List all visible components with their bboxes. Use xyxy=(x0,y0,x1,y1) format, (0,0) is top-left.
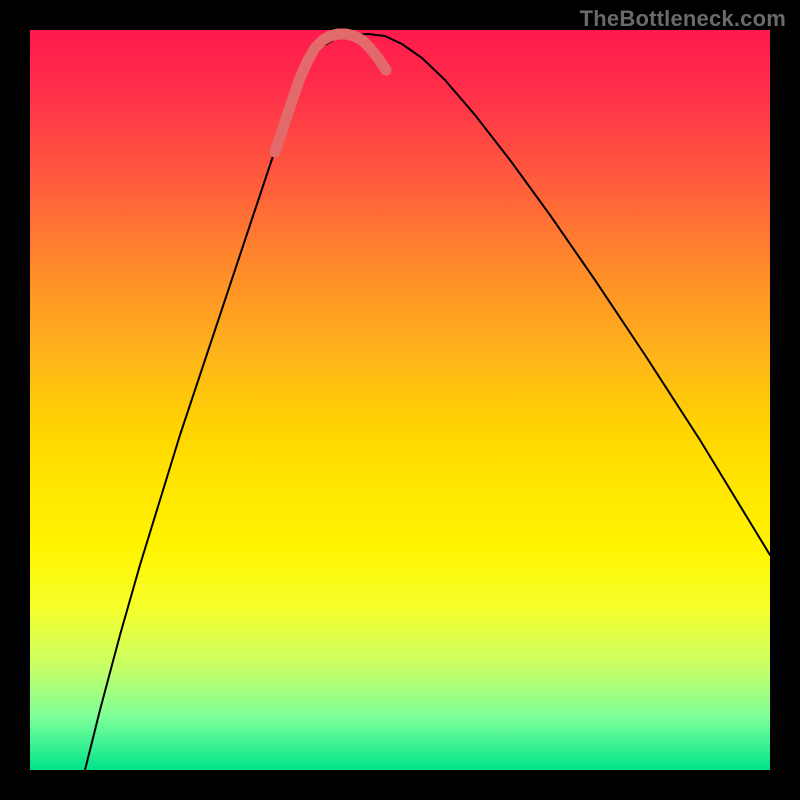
bottleneck-curve xyxy=(85,34,770,770)
highlight-band xyxy=(275,34,386,152)
watermark-text: TheBottleneck.com xyxy=(580,6,786,32)
curve-svg xyxy=(30,30,770,770)
chart-root: TheBottleneck.com xyxy=(0,0,800,800)
plot-area xyxy=(30,30,770,770)
